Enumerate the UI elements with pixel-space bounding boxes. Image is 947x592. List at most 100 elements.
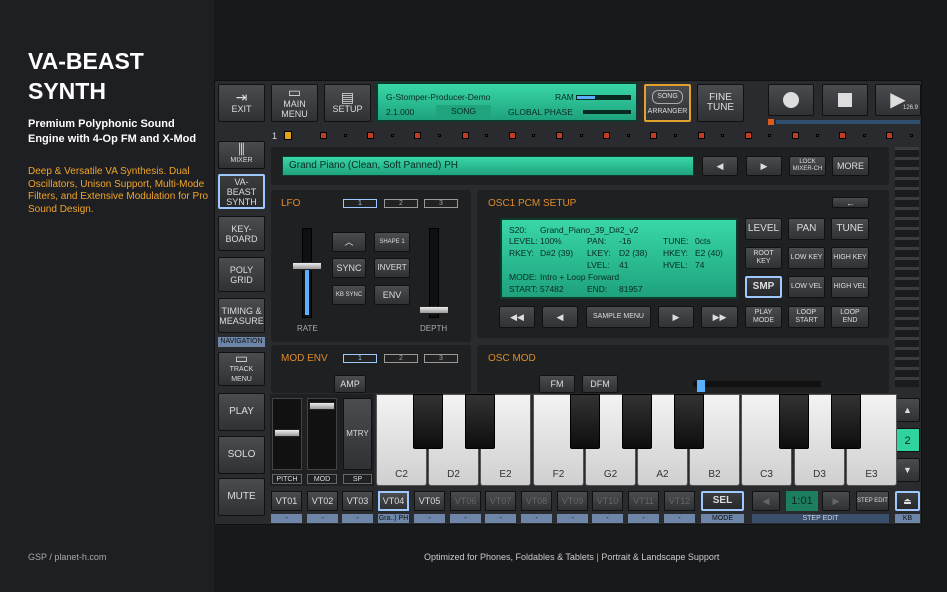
dfm-button[interactable]: DFM [582, 375, 618, 393]
more-button[interactable]: MORE [832, 156, 869, 176]
step-led[interactable] [650, 132, 657, 139]
arranger-button[interactable]: SONG ARRANGER [644, 84, 691, 122]
track-button[interactable]: VT06 [450, 491, 481, 511]
step-led[interactable] [839, 132, 846, 139]
preset-name[interactable]: Grand Piano (Clean, Soft Panned) PH [282, 156, 694, 176]
pan-button[interactable]: PAN [788, 218, 825, 240]
fast-rewind-button[interactable]: ◀◀ [499, 306, 535, 328]
low-key-button[interactable]: LOW KEY [788, 247, 825, 269]
track-button[interactable]: VT03 [342, 491, 373, 511]
step-prev-button[interactable]: ◀ [752, 491, 780, 511]
sample-prev-button[interactable]: ◀ [542, 306, 578, 328]
black-key[interactable] [831, 394, 861, 449]
track-button[interactable]: VT07 [485, 491, 516, 511]
poly-grid-button[interactable]: POLY GRID [218, 257, 265, 292]
main-menu-button[interactable]: ▭ MAIN MENU [271, 84, 318, 122]
step-led[interactable] [320, 132, 327, 139]
step-led[interactable] [367, 132, 374, 139]
env-button[interactable]: ENV [374, 285, 410, 305]
level-button[interactable]: LEVEL [745, 218, 782, 240]
mixer-button[interactable]: ⫼ MIXER [218, 141, 265, 169]
sample-display[interactable]: S20: Grand_Piano_39_D#2_v2 LEVEL: 100% PA… [500, 218, 738, 299]
osc-mod-slider-handle[interactable] [697, 380, 705, 392]
depth-fader[interactable] [429, 228, 439, 318]
mod-env-tab-3[interactable]: 3 [424, 354, 458, 363]
root-key-button[interactable]: ROOT KEY [745, 247, 782, 269]
step-dot[interactable] [910, 134, 913, 137]
setup-button[interactable]: ▤ SETUP [324, 84, 371, 122]
black-key[interactable] [570, 394, 600, 449]
low-vel-button[interactable]: LOW VEL [788, 276, 825, 298]
track-button[interactable]: VT11 [628, 491, 659, 511]
step-dot[interactable] [438, 134, 441, 137]
step-led[interactable] [792, 132, 799, 139]
keyboard-button[interactable]: KEY-BOARD [218, 216, 265, 251]
mute-button[interactable]: MUTE [218, 478, 265, 516]
mod-wheel-cap[interactable] [309, 402, 335, 410]
step-dot[interactable] [485, 134, 488, 137]
step-dot[interactable] [391, 134, 394, 137]
track-button[interactable]: VT01 [271, 491, 302, 511]
sync-button[interactable]: SYNC [332, 258, 366, 278]
step-dot[interactable] [532, 134, 535, 137]
step-dot[interactable] [580, 134, 583, 137]
step-dot[interactable] [627, 134, 630, 137]
smp-button[interactable]: SMP [745, 276, 782, 298]
sample-next-button[interactable]: ▶ [658, 306, 694, 328]
step-dot[interactable] [768, 134, 771, 137]
kb-sync-button[interactable]: KB SYNC [332, 285, 366, 305]
timing-measure-button[interactable]: TIMING & MEASURE [218, 298, 265, 333]
lfo-shape-up-button[interactable]: ︿ [332, 232, 366, 252]
step-led-active[interactable] [284, 131, 292, 140]
depth-fader-cap[interactable] [419, 306, 449, 314]
black-key[interactable] [413, 394, 443, 449]
preset-next-button[interactable]: ▶ [746, 156, 782, 176]
va-beast-button[interactable]: VA-BEAST SYNTH [218, 174, 265, 209]
sample-menu-button[interactable]: SAMPLE MENU [586, 306, 651, 328]
black-key[interactable] [779, 394, 809, 449]
shape-button[interactable]: SHAPE 1 [374, 232, 410, 252]
high-key-button[interactable]: HIGH KEY [831, 247, 869, 269]
octave-up-button[interactable]: ▲ [895, 398, 920, 422]
high-vel-button[interactable]: HIGH VEL [831, 276, 869, 298]
step-edit-button[interactable]: STEP EDIT [856, 491, 889, 511]
pitch-wheel-cap[interactable] [274, 429, 300, 437]
track-menu-button[interactable]: ▭ TRACK MENU [218, 351, 265, 386]
step-dot[interactable] [674, 134, 677, 137]
invert-button[interactable]: INVERT [374, 258, 410, 278]
rate-fader-cap[interactable] [292, 262, 322, 270]
step-led[interactable] [462, 132, 469, 139]
preset-prev-button[interactable]: ◀ [702, 156, 738, 176]
step-led[interactable] [698, 132, 705, 139]
step-led[interactable] [745, 132, 752, 139]
step-dot[interactable] [816, 134, 819, 137]
step-led[interactable] [603, 132, 610, 139]
sel-button[interactable]: SEL [701, 491, 744, 511]
step-led[interactable] [509, 132, 516, 139]
mod-env-tab-1[interactable]: 1 [343, 354, 377, 363]
song-position-bar[interactable] [776, 120, 920, 124]
amp-button[interactable]: AMP [334, 375, 366, 393]
fine-tune-button[interactable]: FINE TUNE [697, 84, 744, 122]
kb-toggle-button[interactable]: ⏏ [895, 491, 920, 511]
solo-button[interactable]: SOLO [218, 436, 265, 474]
play-transport-button[interactable]: ▶ 126.9 [875, 84, 921, 116]
black-key[interactable] [622, 394, 652, 449]
tune-button[interactable]: TUNE [831, 218, 869, 240]
track-button[interactable]: VT10 [592, 491, 623, 511]
loop-start-button[interactable]: LOOP START [788, 306, 825, 328]
exit-button[interactable]: ⇥ EXIT [218, 84, 265, 122]
lock-mixer-button[interactable]: LOCK MIXER-CH [789, 156, 826, 176]
black-key[interactable] [674, 394, 704, 449]
fast-forward-button[interactable]: ▶▶ [701, 306, 738, 328]
osc-mod-slider[interactable] [693, 381, 821, 387]
step-led[interactable] [886, 132, 893, 139]
step-led[interactable] [414, 132, 421, 139]
track-button[interactable]: VT09 [557, 491, 588, 511]
step-dot[interactable] [344, 134, 347, 137]
lfo-tab-2[interactable]: 2 [384, 199, 418, 208]
fm-button[interactable]: FM [539, 375, 575, 393]
record-button[interactable] [768, 84, 814, 116]
track-button[interactable]: VT08 [521, 491, 552, 511]
mtry-button[interactable]: MTRY [343, 398, 372, 470]
